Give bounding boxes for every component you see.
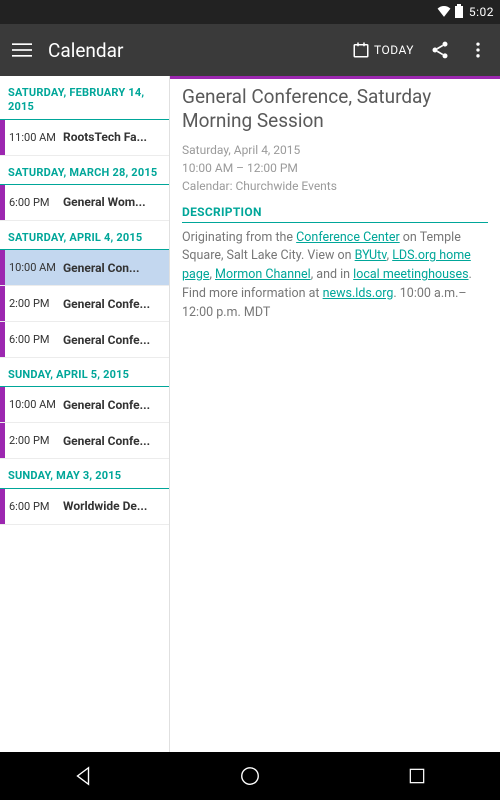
- home-button[interactable]: [220, 752, 280, 800]
- event-time: 10:00 AM: [5, 261, 63, 274]
- event-name: General Confe...: [63, 333, 169, 347]
- battery-icon: [455, 4, 463, 21]
- event-name: RootsTech Fa...: [63, 130, 169, 144]
- page-title: Calendar: [48, 39, 123, 62]
- event-meta: Saturday, April 4, 2015 10:00 AM – 12:00…: [182, 141, 488, 195]
- description-label: DESCRIPTION: [182, 205, 488, 223]
- event-time: 10:00 AM – 12:00 PM: [182, 159, 488, 177]
- wifi-icon: [437, 5, 451, 20]
- date-header: SATURDAY, FEBRUARY 14, 2015: [0, 76, 169, 120]
- share-icon[interactable]: [428, 38, 452, 62]
- today-button[interactable]: TODAY: [352, 41, 414, 59]
- main-content: SATURDAY, FEBRUARY 14, 201511:00 AMRoots…: [0, 76, 500, 752]
- event-name: General Confe...: [63, 434, 169, 448]
- menu-icon[interactable]: [10, 38, 34, 62]
- navigation-bar: [0, 752, 500, 800]
- event-time: 6:00 PM: [5, 196, 63, 209]
- event-name: General Wom...: [63, 195, 169, 209]
- event-detail: General Conference, Saturday Morning Ses…: [170, 76, 500, 752]
- event-time: 6:00 PM: [5, 500, 63, 513]
- event-row[interactable]: 6:00 PMGeneral Wom...: [0, 185, 169, 221]
- event-name: Worldwide De...: [63, 499, 169, 513]
- event-list[interactable]: SATURDAY, FEBRUARY 14, 201511:00 AMRoots…: [0, 76, 170, 752]
- event-row[interactable]: 2:00 PMGeneral Confe...: [0, 286, 169, 322]
- overflow-icon[interactable]: [466, 38, 490, 62]
- app-bar: Calendar TODAY: [0, 24, 500, 76]
- date-header: SATURDAY, APRIL 4, 2015: [0, 221, 169, 250]
- back-button[interactable]: [53, 752, 113, 800]
- date-header: SATURDAY, MARCH 28, 2015: [0, 156, 169, 185]
- event-row[interactable]: 6:00 PMGeneral Confe...: [0, 322, 169, 358]
- event-row[interactable]: 2:00 PMGeneral Confe...: [0, 423, 169, 459]
- link-mormon-channel[interactable]: Mormon Channel: [215, 267, 311, 282]
- event-name: General Con...: [63, 261, 169, 275]
- event-time: 11:00 AM: [5, 131, 63, 144]
- status-time: 5:02: [469, 5, 494, 19]
- event-name: General Confe...: [63, 398, 169, 412]
- description-body: Originating from the Conference Center o…: [182, 229, 488, 323]
- date-header: SUNDAY, APRIL 5, 2015: [0, 358, 169, 387]
- event-calendar: Calendar: Churchwide Events: [182, 177, 488, 195]
- accent-bar: [170, 76, 500, 79]
- recents-button[interactable]: [387, 752, 447, 800]
- event-row[interactable]: 11:00 AMRootsTech Fa...: [0, 120, 169, 156]
- link-byutv[interactable]: BYUtv: [355, 248, 387, 263]
- event-time: 6:00 PM: [5, 333, 63, 346]
- event-title: General Conference, Saturday Morning Ses…: [182, 85, 488, 133]
- today-label: TODAY: [374, 43, 414, 57]
- event-name: General Confe...: [63, 297, 169, 311]
- event-date: Saturday, April 4, 2015: [182, 141, 488, 159]
- event-row[interactable]: 10:00 AMGeneral Con...: [0, 250, 169, 286]
- link-meetinghouses[interactable]: local meetinghouses: [353, 267, 468, 282]
- event-time: 2:00 PM: [5, 297, 63, 310]
- date-header: SUNDAY, MAY 3, 2015: [0, 459, 169, 488]
- event-row[interactable]: 6:00 PMWorldwide De...: [0, 489, 169, 525]
- event-row[interactable]: 10:00 AMGeneral Confe...: [0, 387, 169, 423]
- link-conference-center[interactable]: Conference Center: [296, 230, 400, 245]
- event-time: 10:00 AM: [5, 398, 63, 411]
- link-news-lds[interactable]: news.lds.org: [323, 286, 394, 301]
- event-time: 2:00 PM: [5, 434, 63, 447]
- status-bar: 5:02: [0, 0, 500, 24]
